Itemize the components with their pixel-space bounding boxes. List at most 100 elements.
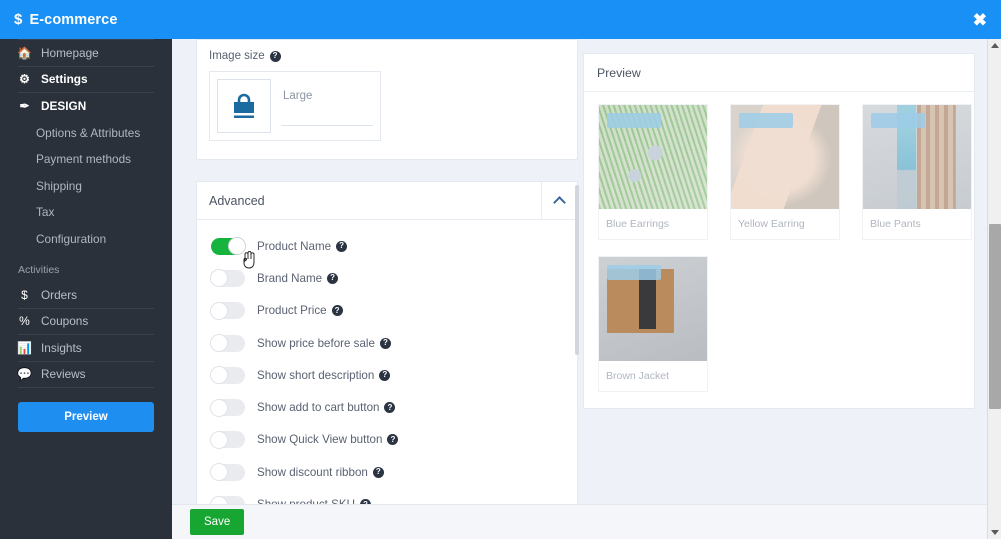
- product-name: Yellow Earring: [738, 218, 805, 230]
- content-scrollbar-thumb[interactable]: [575, 185, 579, 355]
- content-scrollbar[interactable]: [574, 39, 580, 504]
- sidebar-subitem-label: Shipping: [36, 178, 82, 193]
- window-titlebar: $ E-commerce ✖: [0, 0, 1001, 39]
- toggle-label: Brand Name ?: [257, 272, 339, 285]
- toggle-product-name[interactable]: [211, 237, 246, 256]
- toggle-show-add-to-cart-button[interactable]: [210, 398, 245, 417]
- sidebar-item-label: Reviews: [41, 367, 86, 382]
- chevron-up-icon: [553, 195, 566, 209]
- toggle-show-short-description[interactable]: [210, 366, 245, 385]
- sidebar-item-insights[interactable]: 📊 Insights: [17, 335, 154, 362]
- toggle-row-show-discount-ribbon: Show discount ribbon ?: [197, 456, 577, 488]
- percent-icon: %: [19, 314, 30, 329]
- advanced-collapse-button[interactable]: [541, 182, 577, 219]
- dollar-icon: $: [21, 287, 28, 302]
- help-icon[interactable]: ?: [379, 369, 391, 381]
- sidebar-subitem-label: Tax: [36, 205, 55, 220]
- toggle-label-text: Show short description: [257, 368, 375, 382]
- toggle-row-show-price-before-sale: Show price before sale ?: [197, 327, 577, 359]
- toggle-row-show-add-to-cart-button: Show add to cart button ?: [197, 391, 577, 423]
- help-icon[interactable]: ?: [387, 434, 399, 446]
- scroll-down-icon[interactable]: [991, 530, 999, 535]
- shopping-bag-icon: [217, 79, 271, 133]
- help-icon[interactable]: ?: [379, 337, 391, 349]
- sidebar-item-configuration[interactable]: Configuration: [18, 226, 154, 253]
- toggle-row-show-quick-view-button: Show Quick View button ?: [197, 424, 577, 456]
- product-image: [599, 105, 707, 209]
- product-badge: [739, 113, 793, 128]
- sidebar-item-label: Insights: [41, 340, 82, 355]
- toggle-label: Product Price ?: [257, 304, 343, 317]
- sidebar-item-settings[interactable]: ⚙ Settings: [18, 67, 154, 93]
- toggle-label: Show add to cart button ?: [257, 401, 396, 415]
- sidebar-item-coupons[interactable]: % Coupons: [18, 309, 154, 335]
- settings-column-right: Preview Blue Earrings Yellow Earring Blu…: [583, 53, 975, 409]
- sidebar-item-payment-methods[interactable]: Payment methods: [18, 146, 154, 173]
- toggle-label-text: Product Name: [257, 239, 332, 253]
- product-name: Blue Pants: [870, 218, 921, 230]
- toggle-brand-name[interactable]: [210, 269, 245, 288]
- advanced-title: Advanced: [209, 193, 265, 208]
- sidebar-item-label: Homepage: [41, 45, 99, 60]
- sidebar-item-homepage[interactable]: 🏠 Homepage: [17, 40, 154, 67]
- toggle-show-product-sku[interactable]: [210, 495, 245, 504]
- image-size-selected-value: Large: [283, 90, 313, 102]
- sidebar-item-options-attributes[interactable]: Options & Attributes: [18, 120, 154, 147]
- sidebar-item-label: Coupons: [41, 314, 89, 329]
- help-icon[interactable]: ?: [372, 466, 384, 478]
- product-card[interactable]: Yellow Earring: [730, 104, 840, 240]
- sidebar-item-shipping[interactable]: Shipping: [18, 173, 154, 200]
- image-size-card: Image size ? Large: [196, 39, 578, 160]
- pencil-icon: ✒: [19, 99, 30, 114]
- product-badge: [607, 113, 661, 128]
- window-title-text: E-commerce: [29, 11, 118, 28]
- product-badge: [607, 265, 661, 280]
- toggle-label-text: Show add to cart button: [257, 401, 380, 415]
- settings-content: Image size ? Large Advanced Product Name…: [172, 39, 989, 504]
- window-scrollbar[interactable]: [987, 39, 1001, 539]
- scroll-up-icon[interactable]: [991, 43, 999, 48]
- help-icon[interactable]: ?: [269, 50, 281, 62]
- sidebar-group-activities: Activities: [18, 264, 60, 276]
- help-icon[interactable]: ?: [336, 240, 348, 252]
- save-button[interactable]: Save: [190, 509, 245, 535]
- sidebar-item-tax[interactable]: Tax: [18, 199, 154, 226]
- help-icon[interactable]: ?: [331, 305, 343, 317]
- toggle-label: Show Quick View button ?: [257, 433, 399, 447]
- image-size-selector: Large: [209, 71, 381, 141]
- toggle-product-price[interactable]: [210, 301, 245, 320]
- toggle-show-discount-ribbon[interactable]: [210, 463, 245, 482]
- preview-button[interactable]: Preview: [18, 402, 154, 432]
- close-icon[interactable]: ✖: [973, 11, 987, 28]
- chat-icon: 💬: [17, 367, 32, 382]
- toggle-show-quick-view-button[interactable]: [210, 430, 245, 449]
- help-icon[interactable]: ?: [384, 402, 396, 414]
- toggle-row-show-short-description: Show short description ?: [197, 359, 577, 391]
- image-size-select[interactable]: Large: [281, 86, 373, 126]
- dollar-icon: $: [14, 11, 23, 28]
- sidebar-item-orders[interactable]: $ Orders: [18, 282, 154, 309]
- product-name: Brown Jacket: [606, 370, 670, 382]
- toggle-row-product-price: Product Price ?: [197, 295, 577, 327]
- toggle-row-product-name: Product Name ?: [197, 230, 577, 262]
- sidebar-item-label: Orders: [41, 287, 78, 302]
- product-badge: [871, 113, 925, 128]
- product-card[interactable]: Blue Pants: [862, 104, 972, 240]
- toggle-label-text: Show Quick View button: [257, 433, 383, 447]
- sidebar-subitem-label: Configuration: [36, 231, 107, 246]
- product-image: [863, 105, 971, 209]
- toggle-label-text: Show price before sale: [257, 336, 375, 350]
- advanced-card: Advanced Product Name ? Brand Name ? Pro…: [196, 181, 578, 504]
- product-image: [731, 105, 839, 209]
- product-card[interactable]: Blue Earrings: [598, 104, 708, 240]
- image-size-label-text: Image size: [209, 50, 265, 62]
- help-icon[interactable]: ?: [327, 272, 339, 284]
- toggle-show-price-before-sale[interactable]: [210, 334, 245, 353]
- toggle-label-text: Product Price: [257, 304, 327, 318]
- sidebar-item-reviews[interactable]: 💬 Reviews: [17, 362, 154, 388]
- image-size-label: Image size ?: [209, 50, 565, 62]
- sidebar-item-design[interactable]: ✒ DESIGN: [18, 93, 154, 120]
- product-image: [599, 257, 707, 361]
- window-scrollbar-thumb[interactable]: [989, 224, 1001, 409]
- product-card[interactable]: Brown Jacket: [598, 256, 708, 392]
